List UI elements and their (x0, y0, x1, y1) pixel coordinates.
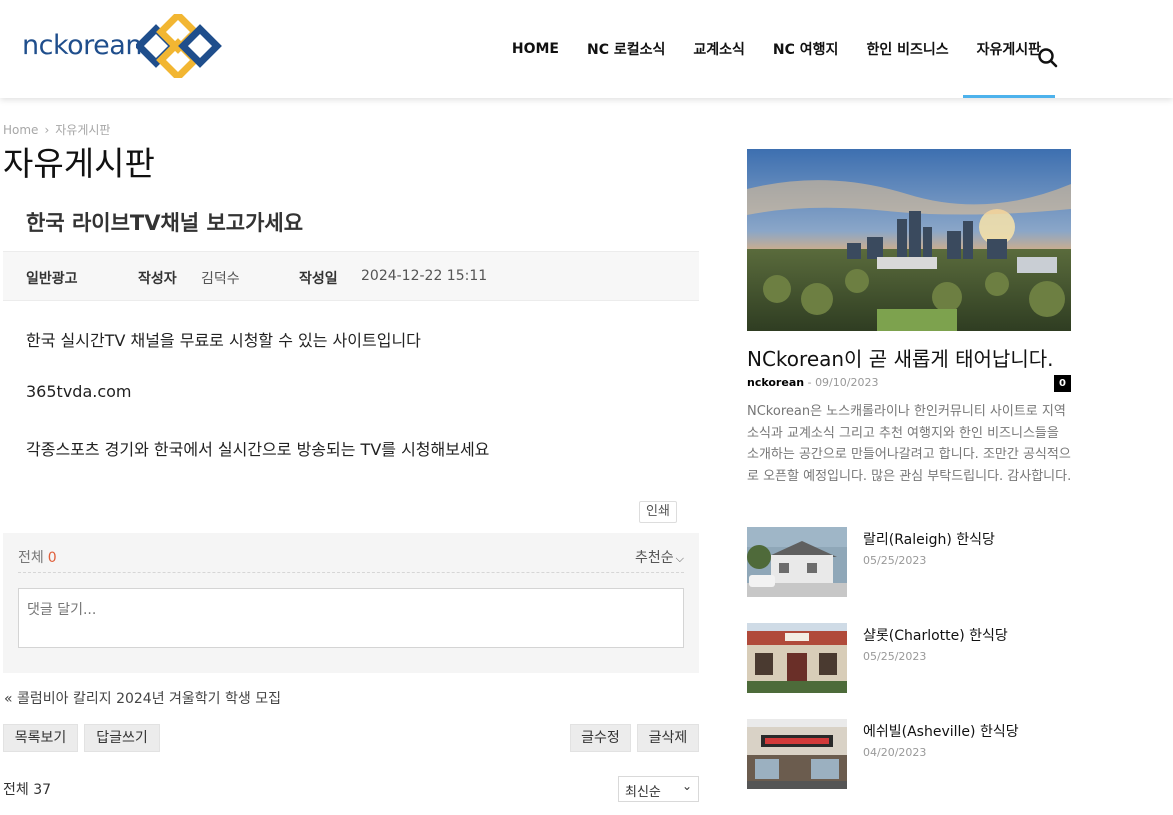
hero-image[interactable] (747, 149, 1071, 331)
post-paragraph: 365tvda.com (26, 382, 132, 401)
hero-excerpt: NCkorean은 노스캐롤라이나 한인커뮤니티 사이트로 지역소식과 교계소식… (747, 404, 1072, 484)
chevron-down-icon: ⌄ (681, 779, 692, 793)
comment-input[interactable] (18, 588, 684, 648)
page-title: 자유게시판 (3, 144, 155, 183)
sidebar-post-date: 04/20/2023 (863, 746, 927, 759)
previous-post-link[interactable]: « 콜럼비아 칼리지 2024년 겨울학기 학생 모집 (4, 688, 281, 708)
post-thumbnail[interactable] (747, 623, 847, 693)
sidebar-post-title[interactable]: 랄리(Raleigh) 한식당 (863, 529, 995, 549)
list-button[interactable]: 목록보기 (3, 724, 78, 752)
post-paragraph: 한국 실시간TV 채널을 무료로 시청할 수 있는 사이트입니다 (26, 331, 421, 350)
author-label: 작성자 (138, 271, 177, 287)
comment-total-label: 전체 (18, 550, 44, 566)
date-label: 작성일 (299, 271, 338, 287)
breadcrumb-home[interactable]: Home (3, 123, 38, 137)
logo-text: nckorean (22, 30, 142, 61)
post-meta: 일반광고 작성자 김덕수 작성일 2024-12-22 15:11 (3, 251, 699, 301)
logo-mark-icon (136, 14, 222, 78)
print-button[interactable]: 인쇄 (639, 501, 677, 523)
comment-count: 0 (47, 550, 57, 566)
breadcrumb: Home › 자유게시판 (3, 121, 110, 138)
hero-author[interactable]: nckorean (747, 376, 804, 389)
hero-post-meta: nckorean - 09/10/2023 (747, 376, 878, 389)
sidebar-post-item[interactable]: 랄리(Raleigh) 한식당 05/25/2023 (747, 527, 1073, 597)
comment-divider (18, 572, 684, 573)
comment-total: 전체 0 (18, 547, 57, 567)
post-thumbnail[interactable] (747, 719, 847, 789)
search-icon[interactable] (1036, 46, 1060, 70)
site-logo[interactable]: nckorean (22, 14, 232, 78)
sidebar-post-title[interactable]: 에쉬빌(Asheville) 한식당 (863, 721, 1019, 741)
sidebar-post-date: 05/25/2023 (863, 554, 927, 567)
post-category: 일반광고 (26, 271, 78, 287)
reply-button[interactable]: 답글쓰기 (84, 724, 160, 752)
post-author: 김덕수 (201, 271, 240, 287)
chevron-down-icon: ⌵ (675, 552, 684, 565)
sidebar-post-title[interactable]: 샬롯(Charlotte) 한식당 (863, 625, 1008, 645)
post-date: 2024-12-22 15:11 (361, 268, 488, 284)
hero-post-title[interactable]: NCkorean이 곧 새롭게 태어납니다. (747, 343, 1053, 372)
hero-date: 09/10/2023 (815, 376, 879, 389)
board-sort-value: 최신순 (625, 785, 661, 800)
main-nav: HOME NC 로컬소식 교계소식 NC 여행지 한인 비즈니스 자유게시판 (498, 0, 1056, 98)
hero-meta-separator: - (807, 376, 812, 389)
site-header: nckorean HOME NC 로컬소식 교계소식 NC 여행지 한인 비즈니… (0, 0, 1173, 98)
comment-sort-label: 추천순 (635, 550, 674, 566)
post-title: 한국 라이브TV채널 보고가세요 (26, 211, 304, 235)
breadcrumb-separator: › (44, 123, 50, 137)
nav-church-news[interactable]: 교계소식 (679, 0, 759, 98)
delete-button[interactable]: 글삭제 (637, 724, 699, 752)
nav-home[interactable]: HOME (498, 0, 573, 98)
breadcrumb-current[interactable]: 자유게시판 (55, 123, 110, 137)
edit-button[interactable]: 글수정 (570, 724, 631, 752)
comment-count-badge[interactable]: 0 (1054, 375, 1071, 392)
post-paragraph: 각종스포츠 경기와 한국에서 실시간으로 방송되는 TV를 시청해보세요 (26, 440, 490, 459)
board-total: 전체 37 (3, 782, 52, 798)
nav-business[interactable]: 한인 비즈니스 (852, 0, 962, 98)
comment-sort-dropdown[interactable]: 추천순 ⌵ (635, 547, 684, 567)
comments-section: 전체 0 추천순 ⌵ (3, 533, 699, 673)
sidebar-post-item[interactable]: 에쉬빌(Asheville) 한식당 04/20/2023 (747, 719, 1073, 789)
post-thumbnail[interactable] (747, 527, 847, 597)
nav-local-news[interactable]: NC 로컬소식 (573, 0, 679, 98)
board-sort-select[interactable]: 최신순 ⌄ (618, 776, 699, 802)
nav-travel[interactable]: NC 여행지 (759, 0, 853, 98)
sidebar-post-date: 05/25/2023 (863, 650, 927, 663)
sidebar-post-item[interactable]: 샬롯(Charlotte) 한식당 05/25/2023 (747, 623, 1073, 693)
